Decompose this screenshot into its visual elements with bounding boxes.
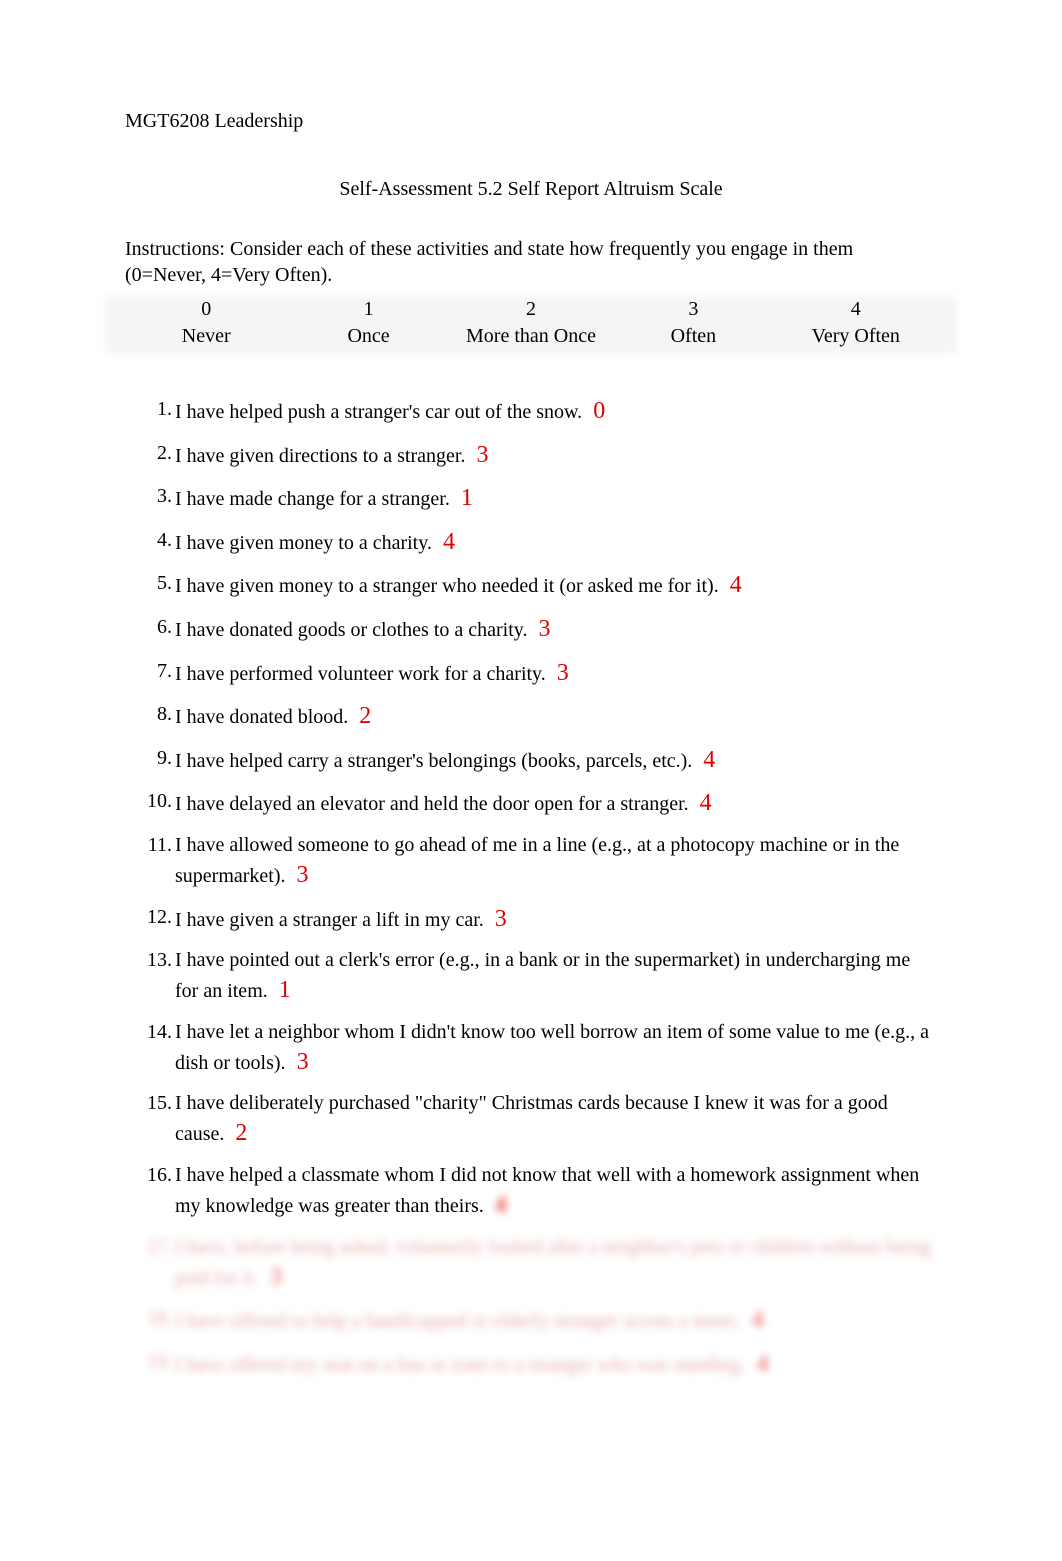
question-text: I have offered to help a handicapped or … bbox=[175, 1310, 741, 1332]
question-answer: 4 bbox=[730, 569, 742, 603]
question-answer: 3 bbox=[476, 439, 488, 473]
course-header: MGT6208 Leadership bbox=[125, 110, 937, 133]
instructions-text: Instructions: Consider each of these act… bbox=[125, 236, 937, 288]
question-text: I have donated goods or clothes to a cha… bbox=[175, 619, 527, 641]
question-text: I have given directions to a stranger. bbox=[175, 445, 465, 467]
question-text: I have helped push a stranger's car out … bbox=[175, 401, 582, 423]
scale-labels-row: Never Once More than Once Often Very Oft… bbox=[125, 323, 937, 350]
scale-label: Very Often bbox=[775, 323, 937, 350]
question-item: I have given directions to a stranger. 3 bbox=[175, 439, 937, 473]
question-answer: 4 bbox=[757, 1348, 769, 1382]
question-answer: 3 bbox=[538, 613, 550, 647]
question-item: I have deliberately purchased "charity" … bbox=[175, 1089, 937, 1151]
question-item: I have given money to a charity. 4 bbox=[175, 526, 937, 560]
question-answer: 3 bbox=[495, 903, 507, 937]
question-answer: 4 bbox=[495, 1189, 507, 1223]
question-answer: 4 bbox=[703, 744, 715, 778]
question-answer: 2 bbox=[359, 700, 371, 734]
question-answer: 4 bbox=[700, 787, 712, 821]
scale-number: 2 bbox=[450, 296, 612, 323]
question-text: I have delayed an elevator and held the … bbox=[175, 793, 689, 815]
question-item: I have made change for a stranger. 1 bbox=[175, 482, 937, 516]
question-text: I have given money to a charity. bbox=[175, 532, 432, 554]
question-item: I have offered to help a handicapped or … bbox=[175, 1304, 937, 1338]
question-text: I have made change for a stranger. bbox=[175, 488, 450, 510]
question-text: I have given a stranger a lift in my car… bbox=[175, 909, 484, 931]
scale-label: Never bbox=[125, 323, 287, 350]
scale-number: 3 bbox=[612, 296, 774, 323]
scale-label: Often bbox=[612, 323, 774, 350]
question-text: I have offered my seat on a bus or train… bbox=[175, 1354, 746, 1376]
question-answer: 4 bbox=[752, 1304, 764, 1338]
question-item: I have performed volunteer work for a ch… bbox=[175, 657, 937, 691]
scale-number: 4 bbox=[775, 296, 937, 323]
question-text: I have helped carry a stranger's belongi… bbox=[175, 750, 692, 772]
question-answer: 3 bbox=[270, 1261, 282, 1295]
question-answer: 3 bbox=[297, 1046, 309, 1080]
question-text: I have given money to a stranger who nee… bbox=[175, 575, 719, 597]
question-answer: 1 bbox=[279, 974, 291, 1008]
question-text: I have allowed someone to go ahead of me… bbox=[175, 834, 899, 887]
question-answer: 3 bbox=[297, 859, 309, 893]
question-item: I have let a neighbor whom I didn't know… bbox=[175, 1018, 937, 1080]
question-item: I have given money to a stranger who nee… bbox=[175, 569, 937, 603]
question-answer: 0 bbox=[593, 395, 605, 429]
question-item: I have pointed out a clerk's error (e.g.… bbox=[175, 946, 937, 1008]
question-text: I have let a neighbor whom I didn't know… bbox=[175, 1021, 929, 1074]
scale-wrapper: 0 1 2 3 4 Never Once More than Once Ofte… bbox=[125, 296, 937, 350]
question-text: I have, before being asked, voluntarily … bbox=[175, 1236, 931, 1289]
question-answer: 2 bbox=[235, 1117, 247, 1151]
question-list: I have helped push a stranger's car out … bbox=[125, 395, 937, 1381]
question-text: I have deliberately purchased "charity" … bbox=[175, 1092, 888, 1145]
question-item: I have delayed an elevator and held the … bbox=[175, 787, 937, 821]
question-item: I have helped push a stranger's car out … bbox=[175, 395, 937, 429]
question-item: I have given a stranger a lift in my car… bbox=[175, 903, 937, 937]
question-item: I have allowed someone to go ahead of me… bbox=[175, 831, 937, 893]
question-item: I have helped a classmate whom I did not… bbox=[175, 1161, 937, 1223]
scale-table: 0 1 2 3 4 Never Once More than Once Ofte… bbox=[125, 296, 937, 350]
scale-number: 1 bbox=[287, 296, 449, 323]
scale-label: More than Once bbox=[450, 323, 612, 350]
question-item: I have offered my seat on a bus or train… bbox=[175, 1348, 937, 1382]
question-answer: 4 bbox=[443, 526, 455, 560]
scale-label: Once bbox=[287, 323, 449, 350]
question-text: I have donated blood. bbox=[175, 706, 348, 728]
question-answer: 3 bbox=[557, 657, 569, 691]
page-title: Self-Assessment 5.2 Self Report Altruism… bbox=[125, 178, 937, 201]
scale-numbers-row: 0 1 2 3 4 bbox=[125, 296, 937, 323]
question-text: I have helped a classmate whom I did not… bbox=[175, 1164, 919, 1217]
scale-number: 0 bbox=[125, 296, 287, 323]
question-item: I have, before being asked, voluntarily … bbox=[175, 1233, 937, 1295]
question-item: I have donated goods or clothes to a cha… bbox=[175, 613, 937, 647]
question-answer: 1 bbox=[461, 482, 473, 516]
question-item: I have donated blood. 2 bbox=[175, 700, 937, 734]
question-text: I have performed volunteer work for a ch… bbox=[175, 663, 546, 685]
question-item: I have helped carry a stranger's belongi… bbox=[175, 744, 937, 778]
